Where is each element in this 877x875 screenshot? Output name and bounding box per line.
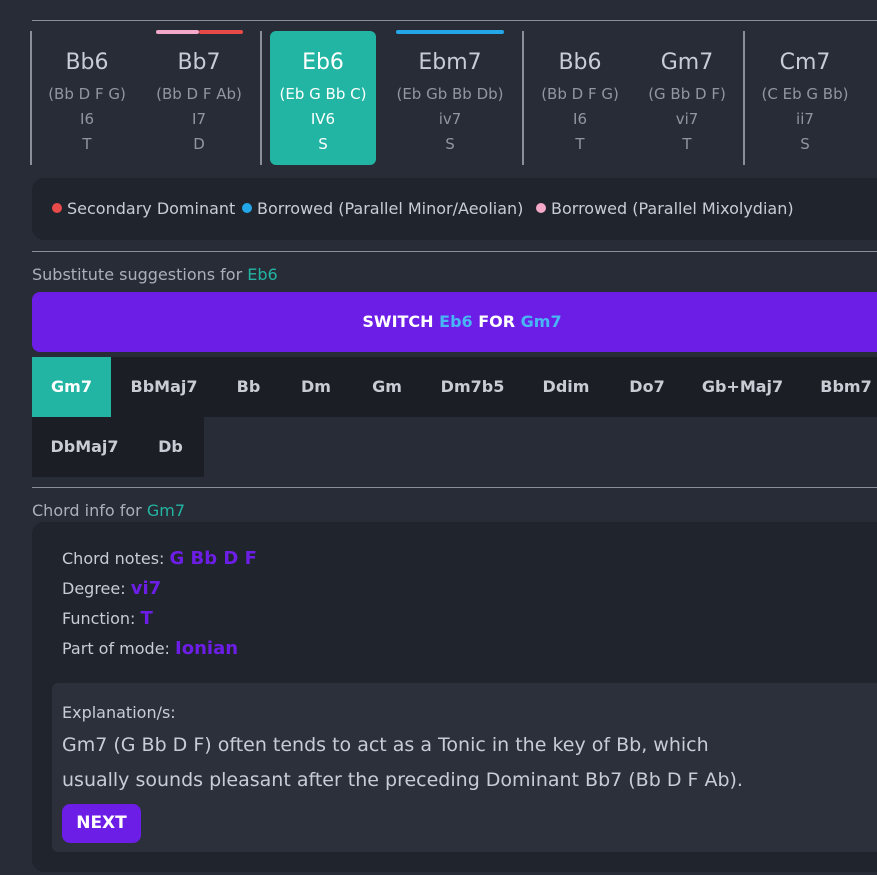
secondary-dominant-marker <box>199 30 243 34</box>
chord-degree: vi7 <box>675 110 699 128</box>
bar-separator <box>743 31 745 165</box>
substitute-heading: Substitute suggestions for Eb6 <box>32 265 278 284</box>
chord-degree: ii7 <box>796 110 814 128</box>
legend-label: Borrowed (Parallel Mixolydian) <box>551 199 794 218</box>
chord-card[interactable]: Cm7 (C Eb G Bb) ii7 S <box>752 31 858 165</box>
substitute-label: Substitute suggestions for <box>32 265 243 284</box>
chord-card[interactable]: Ebm7 (Eb Gb Bb Db) iv7 S <box>389 30 511 165</box>
legend-label: Borrowed (Parallel Minor/Aeolian) <box>257 199 524 218</box>
bar-separator <box>522 31 524 165</box>
chord-info-chord: Gm7 <box>146 501 185 520</box>
chord-notes-line: Chord notes: G Bb D F <box>62 548 257 569</box>
chord-degree: IV6 <box>310 110 336 128</box>
substitute-option[interactable]: Bbm7 <box>800 357 877 417</box>
substitute-option[interactable]: Ddim <box>523 357 609 417</box>
chord-notes: (Bb D F Ab) <box>156 85 242 103</box>
chord-function: T <box>82 135 92 153</box>
switch-chord-button[interactable]: SWITCH Eb6 FOR Gm7 <box>32 292 877 352</box>
chord-name: Cm7 <box>779 50 831 75</box>
substitute-option[interactable]: Db <box>137 417 204 477</box>
chord-name: Eb6 <box>302 50 344 75</box>
explanation-box: Explanation/s: Gm7 (G Bb D F) often tend… <box>52 683 877 852</box>
chord-degree: iv7 <box>438 110 462 128</box>
substitute-option[interactable]: Dm <box>280 357 352 417</box>
chord-function: T <box>575 135 585 153</box>
degree-value: vi7 <box>130 578 162 599</box>
chord-notes: (G Bb D F) <box>648 85 726 103</box>
explanation-title: Explanation/s: <box>62 703 176 722</box>
degree-label: Degree: <box>62 579 126 598</box>
chord-function: D <box>193 135 205 153</box>
chord-name: Ebm7 <box>418 50 482 75</box>
notes-value: G Bb D F <box>169 548 257 569</box>
top-divider <box>32 20 877 21</box>
section-divider <box>32 251 877 252</box>
chord-degree: I7 <box>192 110 206 128</box>
chord-function: S <box>318 135 328 153</box>
chord-notes: (C Eb G Bb) <box>761 85 849 103</box>
next-button[interactable]: NEXT <box>62 804 141 843</box>
switch-from-chord: Eb6 <box>439 312 473 331</box>
pink-dot-icon <box>536 203 546 213</box>
borrowed-marker <box>396 30 504 34</box>
chord-name: Gm7 <box>660 50 714 75</box>
function-value: T <box>140 608 153 629</box>
borrowed-marker <box>156 30 199 34</box>
chord-card[interactable]: Bb7 (Bb D F Ab) I7 D <box>146 30 252 165</box>
function-label: Function: <box>62 609 136 628</box>
function-line: Function: T <box>62 608 153 629</box>
switch-prefix: SWITCH <box>362 312 434 331</box>
section-divider <box>32 487 877 488</box>
chord-card[interactable]: Bb6 (Bb D F G) I6 T <box>34 31 140 165</box>
chord-info-panel: Chord notes: G Bb D F Degree: vi7 Functi… <box>32 522 877 872</box>
chord-card[interactable]: Gm7 (G Bb D F) vi7 T <box>634 31 740 165</box>
legend-item: Borrowed (Parallel Mixolydian) <box>536 199 794 219</box>
legend: Secondary Dominant Borrowed (Parallel Mi… <box>32 178 877 240</box>
substitute-option[interactable]: Dm7b5 <box>422 357 523 417</box>
chord-function: S <box>445 135 455 153</box>
switch-mid: FOR <box>478 312 516 331</box>
red-dot-icon <box>52 203 62 213</box>
mode-label: Part of mode: <box>62 639 170 658</box>
explanation-text: Gm7 (G Bb D F) often tends to act as a T… <box>62 734 743 791</box>
blue-dot-icon <box>242 203 252 213</box>
substitute-option[interactable]: Bb <box>217 357 280 417</box>
chord-info-heading: Chord info for Gm7 <box>32 501 185 520</box>
chord-info-label: Chord info for <box>32 501 142 520</box>
substitute-option[interactable]: DbMaj7 <box>32 417 137 477</box>
chord-card-selected[interactable]: Eb6 (Eb G Bb C) IV6 S <box>270 31 376 165</box>
chord-notes: (Eb Gb Bb Db) <box>396 85 504 103</box>
bar-separator <box>30 31 32 165</box>
switch-to-chord: Gm7 <box>520 312 562 331</box>
substitute-option-selected[interactable]: Gm7 <box>32 357 111 417</box>
chord-name: Bb6 <box>558 50 602 75</box>
chord-name: Bb7 <box>177 50 221 75</box>
substitute-chord: Eb6 <box>247 265 278 284</box>
legend-item: Borrowed (Parallel Minor/Aeolian) <box>242 199 523 219</box>
chord-degree: I6 <box>80 110 94 128</box>
legend-item: Secondary Dominant <box>52 199 235 219</box>
bar-separator <box>260 31 262 165</box>
chord-card[interactable]: Bb6 (Bb D F G) I6 T <box>527 31 633 165</box>
mode-line: Part of mode: Ionian <box>62 638 238 659</box>
chord-function: S <box>800 135 810 153</box>
chord-notes: (Eb G Bb C) <box>279 85 367 103</box>
notes-label: Chord notes: <box>62 549 165 568</box>
chord-function: T <box>682 135 692 153</box>
substitute-option[interactable]: Do7 <box>609 357 685 417</box>
substitute-option[interactable]: Gm <box>352 357 422 417</box>
legend-label: Secondary Dominant <box>67 199 236 218</box>
degree-line: Degree: vi7 <box>62 578 161 599</box>
chord-notes: (Bb D F G) <box>541 85 619 103</box>
chord-name: Bb6 <box>65 50 109 75</box>
chord-notes: (Bb D F G) <box>48 85 126 103</box>
chord-degree: I6 <box>573 110 587 128</box>
mode-value: Ionian <box>175 638 239 659</box>
substitute-option[interactable]: Gb+Maj7 <box>685 357 800 417</box>
substitute-option[interactable]: BbMaj7 <box>111 357 217 417</box>
